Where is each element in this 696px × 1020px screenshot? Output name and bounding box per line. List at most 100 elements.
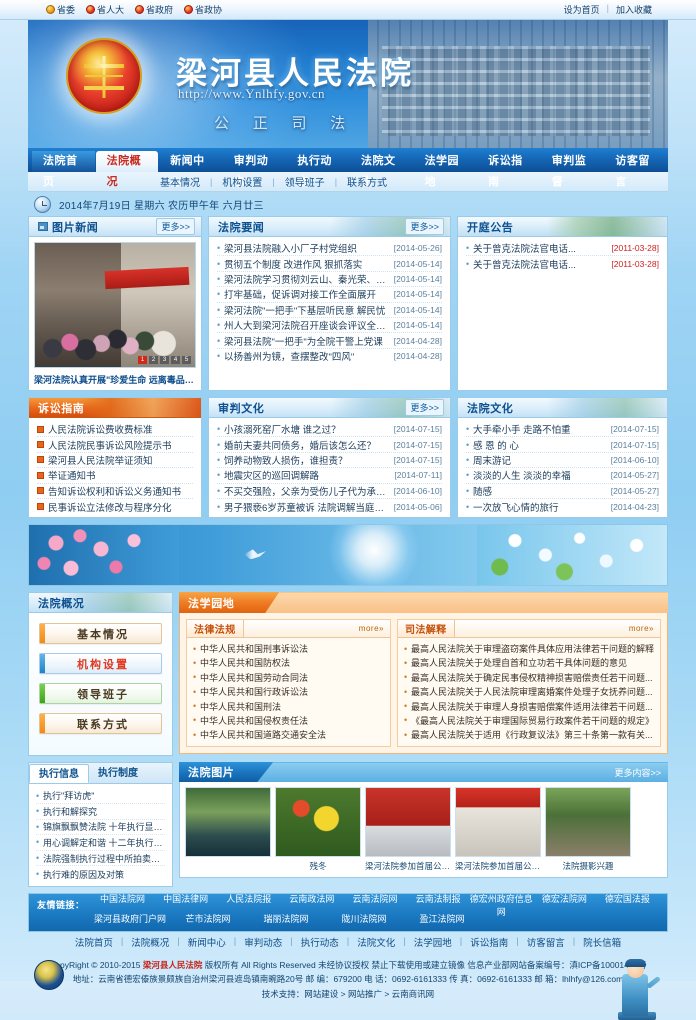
news-item[interactable]: • 贯彻五个制度 改进作风 狠抓落实 [2014-05-14] [217,256,442,272]
guide-item[interactable]: 梁河县人民法院举证须知 [37,453,193,469]
interpretation-item[interactable]: • 最高人民法院关于审理盗窃案件具体应用法律若干问题的解释 [404,641,654,655]
news-item[interactable]: • 淡淡的人生 淡淡的幸福 [2014-05-27] [466,468,659,484]
gallery-item[interactable]: 法院摄影兴趣 [545,787,631,872]
news-item[interactable]: • 以扬善州为镜，查摆整改"四风" [2014-04-28] [217,349,442,364]
execution-title[interactable]: 执行"拜访虎" [43,789,94,802]
footer-nav-news[interactable]: 新闻中心 [180,935,234,949]
execution-title[interactable]: 执行难的原因及对策 [43,868,124,881]
news-title[interactable]: 不买交强险，父亲为受伤儿子代为承担赔偿责任 [224,484,389,498]
footer-nav-guide[interactable]: 诉讼指南 [462,935,516,949]
footer-nav-trial[interactable]: 审判动态 [236,935,290,949]
photo-caption[interactable]: 梁河法院认真开展"珍爱生命 远离毒品"宣传... [34,373,196,386]
law-title[interactable]: 中华人民共和国防权法 [200,656,290,669]
news-item[interactable]: • 梁河县法院融入小厂子村党组织 [2014-05-26] [217,241,442,257]
news-item[interactable]: • 地震灾区的巡回调解路 [2014-07-11] [217,468,442,484]
nav-item-guestbook[interactable]: 访客留言 [604,151,667,188]
gov-link-shengwei[interactable]: 省委 [46,3,75,16]
interpretation-title[interactable]: 最高人民法院关于处理自首和立功若干具体问题的意见 [411,656,627,669]
more-link[interactable]: 更多>> [156,218,195,235]
gov-link-shengzhengfu[interactable]: 省政府 [135,3,173,16]
footer-nav-academy[interactable]: 法学园地 [406,935,460,949]
nav-item-execution-news[interactable]: 执行动态 [286,151,349,188]
news-title[interactable]: 打牢基础，促诉调对接工作全面展开 [224,287,389,301]
announcement-title[interactable]: 关于曾克法院法官电话... [473,257,606,271]
subnav-item-org-structure[interactable]: 机构设置 [212,174,272,189]
gallery-image[interactable] [275,787,361,858]
news-item[interactable]: •州人大到梁河法院召开座谈会评议全州法院工作 [2014-05-14] [217,318,442,334]
footer-nav-mailbox[interactable]: 院长信箱 [575,935,629,949]
photo-dot[interactable]: 1 [138,356,147,364]
tab-execution-info[interactable]: 执行信息 [29,764,89,784]
subnav-item-basic-info[interactable]: 基本情况 [150,174,210,189]
nav-item-news-center[interactable]: 新闻中心 [159,151,222,188]
law-title[interactable]: 中华人民共和国侵权责任法 [200,714,308,727]
news-title[interactable]: 贯彻五个制度 改进作风 狠抓落实 [224,257,389,271]
footer-nav-overview[interactable]: 法院概况 [123,935,177,949]
law-item[interactable]: • 中华人民共和国侵权责任法 [193,713,384,727]
news-item[interactable]: • 周末游记 [2014-06-10] [466,453,659,469]
nav-item-court-culture[interactable]: 法院文化 [350,151,413,188]
support-line[interactable]: 技术支持：网站建设 > 网站推广 > 云南商讯网 [28,987,668,1001]
law-item[interactable]: • 中华人民共和国劳动合同法 [193,670,384,684]
gallery-image[interactable] [455,787,541,858]
execution-item[interactable]: •用心调解定和谐 十二年执行老案终言和 [36,835,165,851]
news-title[interactable]: 男子猥亵6岁苏童被诉 法院调解当庭兑付事了 [224,500,389,514]
news-title[interactable]: 一次放飞心情的旅行 [473,500,606,514]
execution-item[interactable]: •法院强制执行过程中所拍卖房屋的物权... [36,851,165,867]
nav-item-court-overview[interactable]: 法院概况 [95,151,159,188]
news-item[interactable]: •男子猥亵6岁苏童被诉 法院调解当庭兑付事了 [2014-05-06] [217,499,442,514]
gallery-image[interactable] [545,787,631,858]
news-title[interactable]: 梁河县法院融入小厂子村党组织 [224,241,389,255]
execution-item[interactable]: • 执行"拜访虎" [36,788,165,804]
survey-button-contact[interactable]: 联系方式 [39,713,162,735]
gallery-item[interactable]: 梁河法院参加首届公南德宏... [455,787,541,872]
photo-frame[interactable]: 1 2 3 4 5 [34,242,196,368]
news-item[interactable]: • 梁河县法院"一把手"为全院干警上党课 [2014-04-28] [217,333,442,349]
subnav-item-leadership[interactable]: 领导班子 [275,174,335,189]
news-item[interactable]: •不买交强险，父亲为受伤儿子代为承担赔偿责任 [2014-06-10] [217,484,442,499]
nav-item-home[interactable]: 法院首页 [32,151,95,188]
more-link[interactable]: 更多>> [405,218,444,235]
news-item[interactable]: • 小孩溺死窑厂水塘 谁之过？ [2014-07-15] [217,422,442,438]
guide-item[interactable]: 人民法院诉讼费收费标准 [37,422,193,438]
news-title[interactable]: 梁河法院"一把手"下基层听民意 解民忧 [224,303,389,317]
execution-title[interactable]: 法院强制执行过程中所拍卖房屋的物权... [43,852,165,865]
survey-button-basic-info[interactable]: 基本情况 [39,623,162,645]
law-title[interactable]: 中华人民共和国道路交通安全法 [200,728,326,741]
law-item[interactable]: • 中华人民共和国防权法 [193,656,384,670]
news-title[interactable]: 饲养动物致人损伤，谁担责？ [224,453,389,467]
interpretation-title[interactable]: 最高人民法院关于适用《行政复议法》第三十条第一款有关... [411,728,653,741]
news-item[interactable]: • 感 恩 的 心 [2014-07-15] [466,437,659,453]
interpretation-title[interactable]: 最高人民法院关于审理盗窃案件具体应用法律若干问题的解释 [411,642,654,655]
interpretation-item[interactable]: • 最高人民法院关于处理自首和立功若干具体问题的意见 [404,656,654,670]
law-title[interactable]: 中华人民共和国劳动合同法 [200,671,308,684]
news-item[interactable]: • 梁河法院"一把手"下基层听民意 解民忧 [2014-05-14] [217,303,442,318]
news-title[interactable]: 婚前夫妻共同债务，婚后该怎么还？ [224,438,389,452]
photo-dot[interactable]: 5 [182,356,191,364]
gallery-item[interactable] [185,787,271,872]
execution-title[interactable]: 用心调解定和谐 十二年执行老案终言和 [43,836,165,849]
execution-item[interactable]: • 锦旗飘飘赞法院 十年执行显公正 [36,820,165,836]
news-title[interactable]: 州人大到梁河法院召开座谈会评议全州法院工作 [224,318,389,332]
nav-item-trial-news[interactable]: 审判动态 [223,151,286,188]
interpretation-item[interactable]: • 最高人民法院关于适用《行政复议法》第三十条第一款有关... [404,728,654,742]
guide-title[interactable]: 告知诉讼权利和诉讼义务通知书 [48,484,193,498]
guide-item[interactable]: 告知诉讼权利和诉讼义务通知书 [37,484,193,499]
gov-link-shengzhengxie[interactable]: 省政协 [184,3,222,16]
gallery-item[interactable]: 残冬 [275,787,361,872]
news-title[interactable]: 以扬善州为镜，查摆整改"四风" [224,349,389,363]
news-title[interactable]: 梁河县法院"一把手"为全院干警上党课 [224,334,389,348]
more-link[interactable]: 更多内容>> [614,766,661,779]
gallery-item[interactable]: 梁河法院参加首届公南德宏... [365,787,451,872]
friend-link[interactable]: 芒市法院网 [169,912,247,925]
interpretation-item[interactable]: • 《最高人民法院关于审理国际贸易行政案件若干问题的规定》 [404,713,654,727]
gallery-image[interactable] [365,787,451,858]
interpretation-title[interactable]: 最高人民法院关于人民法院审理离婚案件处理子女抚养问题... [411,685,653,698]
friend-link[interactable]: 梁河县政府门户网 [91,912,169,925]
news-item[interactable]: •梁河法院学习贯彻刘云山、秦光荣、王正强、郭山... [2014-05-14] [217,272,442,288]
interpretation-item[interactable]: • 最高人民法院关于确定民事侵权精神损害赔偿责任若干问题... [404,670,654,684]
execution-item[interactable]: • 执行难的原因及对策 [36,866,165,882]
news-title[interactable]: 随感 [473,484,606,498]
announcement-item[interactable]: • 关于曾克法院法官电话... [2011-03-28] [466,256,659,271]
photo-dot[interactable]: 2 [149,356,158,364]
